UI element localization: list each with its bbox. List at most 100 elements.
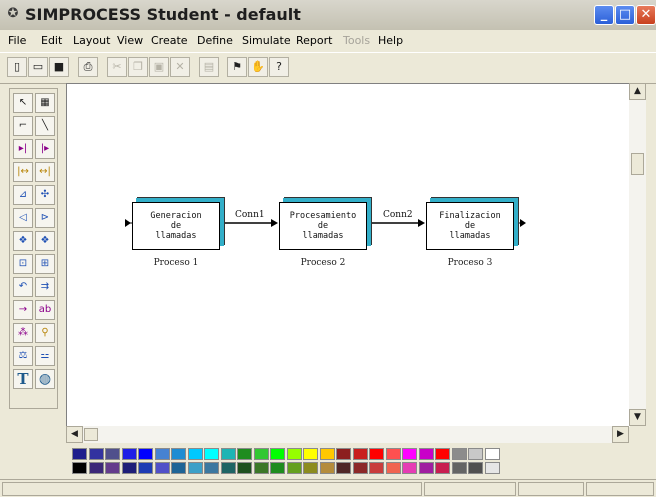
color-swatch[interactable] (418, 462, 434, 474)
title-bar[interactable]: ✪ SIMPROCESS Student - default _ □ ✕ (0, 0, 656, 31)
color-swatch[interactable] (154, 462, 170, 474)
merge-icon[interactable]: ✣ (35, 185, 55, 205)
menu-file[interactable]: File (8, 34, 26, 47)
color-swatch[interactable] (88, 462, 104, 474)
color-swatch[interactable] (237, 462, 252, 474)
vertical-scrollbar[interactable]: ▲ ▼ (629, 83, 646, 426)
color-swatch[interactable] (187, 462, 203, 474)
color-swatch[interactable] (105, 462, 120, 474)
menu-help[interactable]: Help (378, 34, 403, 47)
connector-label[interactable]: Conn2 (383, 210, 413, 220)
process-node[interactable]: Generacion de llamadas (132, 202, 220, 250)
transfer-icon[interactable]: ab (35, 300, 55, 320)
color-swatch[interactable] (121, 462, 137, 474)
color-swatch[interactable] (138, 462, 153, 474)
vertical-scroll-thumb[interactable] (631, 153, 644, 175)
color-swatch[interactable] (402, 462, 417, 474)
color-swatch[interactable] (121, 448, 137, 460)
person-icon[interactable]: ⚲ (35, 323, 55, 343)
color-swatch[interactable] (105, 448, 120, 460)
color-swatch[interactable] (303, 448, 318, 460)
color-swatch[interactable] (352, 462, 368, 474)
color-swatch[interactable] (88, 448, 104, 460)
scroll-left-icon[interactable]: ◀ (66, 426, 83, 443)
color-swatch[interactable] (154, 448, 170, 460)
horizontal-scroll-thumb[interactable] (84, 428, 98, 441)
color-swatch[interactable] (204, 448, 219, 460)
color-swatch[interactable] (435, 462, 450, 474)
color-swatch[interactable] (204, 462, 219, 474)
color-swatch[interactable] (468, 448, 483, 460)
generate-icon[interactable]: ▸| (13, 139, 33, 159)
branch-icon[interactable]: ⊿ (13, 185, 33, 205)
close-button[interactable]: ✕ (636, 5, 656, 25)
copy-entity-icon[interactable]: ⇉ (35, 277, 55, 297)
color-swatch[interactable] (484, 448, 500, 460)
color-swatch[interactable] (435, 448, 450, 460)
join-icon[interactable]: ↔| (35, 162, 55, 182)
color-swatch[interactable] (253, 448, 269, 460)
color-swatch[interactable] (451, 462, 467, 474)
process-node[interactable]: Finalizacion de llamadas (426, 202, 514, 250)
free-icon[interactable]: ⚍ (35, 346, 55, 366)
balance-icon[interactable]: ⚖ (13, 346, 33, 366)
select-arrow-icon[interactable]: ↖ (13, 93, 33, 113)
color-swatch[interactable] (352, 448, 368, 460)
color-swatch[interactable] (187, 448, 203, 460)
help-icon[interactable]: ? (269, 57, 289, 77)
open-folder-icon[interactable]: ▭ (28, 57, 48, 77)
color-swatch[interactable] (138, 448, 153, 460)
color-swatch[interactable] (468, 462, 483, 474)
scroll-right-icon[interactable]: ▶ (612, 426, 629, 443)
color-swatch[interactable] (319, 448, 335, 460)
color-swatch[interactable] (451, 448, 467, 460)
color-swatch[interactable] (484, 462, 500, 474)
color-swatch[interactable] (369, 448, 384, 460)
unbatch-icon[interactable]: ❖ (35, 231, 55, 251)
maximize-button[interactable]: □ (615, 5, 635, 25)
connector-label[interactable]: Conn1 (235, 210, 265, 220)
menu-create[interactable]: Create (151, 34, 188, 47)
color-swatch[interactable] (402, 448, 417, 460)
scroll-up-icon[interactable]: ▲ (629, 83, 646, 100)
process-node[interactable]: Procesamiento de llamadas (279, 202, 367, 250)
resource-icon[interactable]: ⁂ (13, 323, 33, 343)
save-icon[interactable]: ■ (49, 57, 69, 77)
assemble-icon[interactable]: ◁ (13, 208, 33, 228)
color-swatch[interactable] (385, 448, 401, 460)
model-canvas[interactable]: Generacion de llamadas Proceso 1 Procesa… (66, 83, 630, 427)
color-swatch[interactable] (319, 462, 335, 474)
color-swatch[interactable] (286, 448, 302, 460)
color-swatch[interactable] (336, 462, 351, 474)
delay-icon[interactable]: → (13, 300, 33, 320)
horizontal-scrollbar[interactable]: ◀ ▶ (66, 426, 629, 443)
assign-icon[interactable]: ↶ (13, 277, 33, 297)
minimize-button[interactable]: _ (594, 5, 614, 25)
color-swatch[interactable] (369, 462, 384, 474)
color-swatch[interactable] (286, 462, 302, 474)
color-swatch[interactable] (336, 448, 351, 460)
run-simulation-icon[interactable]: ⚑ (227, 57, 247, 77)
menu-layout[interactable]: Layout (73, 34, 110, 47)
color-swatch[interactable] (72, 462, 87, 474)
color-swatch[interactable] (220, 462, 236, 474)
menu-view[interactable]: View (117, 34, 143, 47)
color-swatch[interactable] (220, 448, 236, 460)
color-swatch[interactable] (270, 462, 285, 474)
menu-define[interactable]: Define (197, 34, 233, 47)
dispose-icon[interactable]: |▸ (35, 139, 55, 159)
color-swatch[interactable] (171, 448, 186, 460)
text-icon[interactable]: T (13, 369, 33, 389)
split-icon[interactable]: |↔ (13, 162, 33, 182)
color-swatch[interactable] (171, 462, 186, 474)
zoom-select-icon[interactable]: ▦ (35, 93, 55, 113)
color-swatch[interactable] (385, 462, 401, 474)
menu-simulate[interactable]: Simulate (242, 34, 291, 47)
synchronize-icon[interactable]: ⊞ (35, 254, 55, 274)
connector-icon[interactable]: ⌐ (13, 116, 33, 136)
color-swatch[interactable] (270, 448, 285, 460)
transform-icon[interactable]: ⊳ (35, 208, 55, 228)
scroll-down-icon[interactable]: ▼ (629, 409, 646, 426)
color-swatch[interactable] (237, 448, 252, 460)
menu-report[interactable]: Report (296, 34, 332, 47)
